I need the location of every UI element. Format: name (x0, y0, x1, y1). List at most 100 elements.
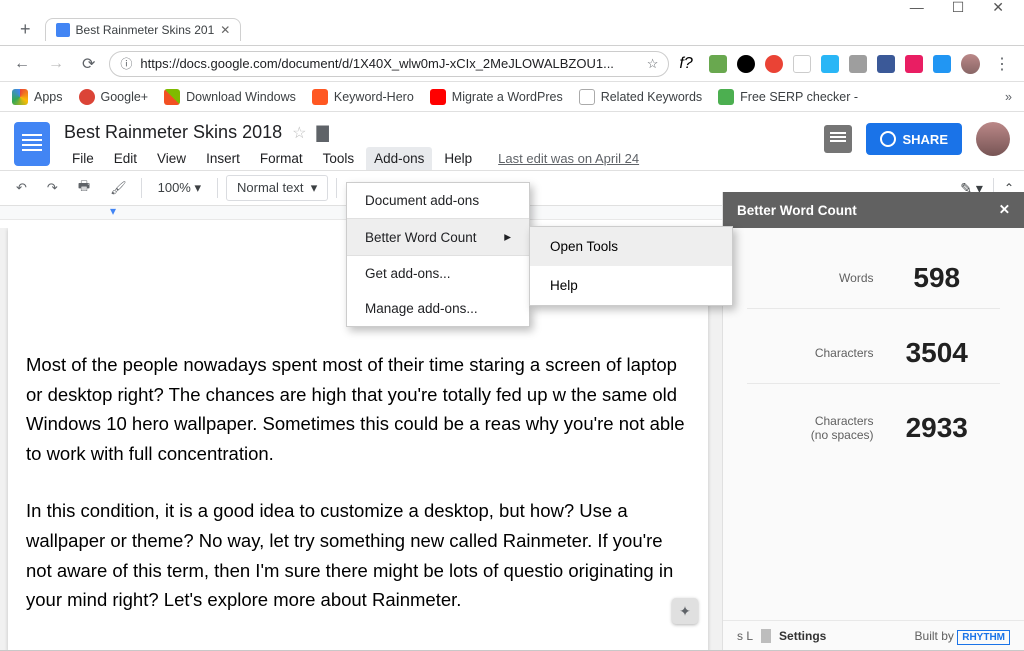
bookmark-star-icon[interactable]: ☆ (647, 56, 659, 72)
forward-button[interactable]: → (44, 51, 68, 77)
bookmarks-bar: Apps Google+ Download Windows Keyword-He… (0, 82, 1024, 112)
stat-value: 2933 (874, 412, 1001, 444)
browser-toolbar: ← → ⟳ ⓘ https://docs.google.com/document… (0, 46, 1024, 82)
stat-label: Characters (747, 346, 874, 360)
stat-value: 598 (874, 262, 1001, 294)
submenu-help[interactable]: Help (530, 266, 732, 305)
paint-format-button[interactable]: 🖌 (104, 176, 133, 200)
last-edit-link[interactable]: Last edit was on April 24 (498, 151, 639, 166)
sidebar-footer: s L Settings Built by RHYTHM (723, 620, 1024, 651)
new-tab-button[interactable]: + (12, 15, 39, 44)
ext-fb-icon[interactable] (877, 55, 895, 73)
rk-bookmark[interactable]: Related Keywords (579, 89, 702, 105)
address-bar[interactable]: ⓘ https://docs.google.com/document/d/1X4… (109, 51, 669, 77)
menu-addons[interactable]: Add-ons (366, 147, 432, 170)
ext-red-icon[interactable] (765, 55, 783, 73)
menu-item-document-addons[interactable]: Document add-ons (347, 183, 529, 218)
window-min-button[interactable]: — (910, 0, 924, 15)
explore-button[interactable]: ✦ (672, 598, 698, 624)
sidebar-title: Better Word Count (737, 203, 857, 218)
menu-tools[interactable]: Tools (315, 147, 363, 170)
browser-menu-button[interactable]: ⋮ (990, 54, 1014, 74)
menu-format[interactable]: Format (252, 147, 311, 170)
sl-indicator: s L (737, 629, 753, 643)
submenu-arrow-icon: ▸ (504, 229, 511, 245)
account-avatar-icon[interactable] (976, 122, 1010, 156)
zoom-select[interactable]: 100% ▾ (150, 176, 209, 200)
dlwin-bookmark[interactable]: Download Windows (164, 89, 296, 105)
reload-button[interactable]: ⟳ (78, 50, 99, 78)
migrate-bookmark[interactable]: Migrate a WordPres (430, 89, 563, 105)
menu-item-get-addons[interactable]: Get add-ons... (347, 256, 529, 291)
sidebar-close-button[interactable]: ✕ (999, 202, 1010, 218)
move-folder-icon[interactable]: ▇ (316, 123, 328, 143)
docs-favicon-icon (56, 23, 70, 37)
stat-words: Words 598 (747, 248, 1000, 309)
site-info-icon[interactable]: ⓘ (120, 55, 132, 72)
window-close-button[interactable]: ✕ (992, 0, 1004, 16)
builtby-label: Built by (915, 629, 954, 643)
window-controls: — ☐ ✕ (0, 0, 1024, 14)
menu-file[interactable]: File (64, 147, 102, 170)
print-button[interactable]: 🖶 (72, 173, 96, 203)
bm-label: Migrate a WordPres (452, 90, 563, 104)
paragraph[interactable]: Most of the people nowadays spent most o… (26, 350, 690, 468)
share-label: SHARE (902, 132, 948, 147)
ext-k-icon[interactable] (737, 55, 755, 73)
globe-icon (880, 131, 896, 147)
redo-button[interactable]: ↷ (41, 176, 64, 200)
share-button[interactable]: SHARE (866, 123, 962, 155)
bwc-submenu: Open Tools Help (529, 226, 733, 306)
ext-blue-icon[interactable] (821, 55, 839, 73)
tab-title: Best Rainmeter Skins 201 (76, 23, 215, 37)
kh-bookmark[interactable]: Keyword-Hero (312, 89, 414, 105)
comments-button[interactable] (824, 125, 852, 153)
profile-avatar-icon[interactable] (961, 54, 980, 74)
docs-menubar: File Edit View Insert Format Tools Add-o… (64, 147, 824, 170)
document-title[interactable]: Best Rainmeter Skins 2018 (64, 122, 282, 143)
bm-label: Google+ (101, 90, 149, 104)
addons-dropdown: Document add-ons Better Word Count ▸ Get… (346, 182, 530, 327)
paragraph-style-select[interactable]: Normal text ▾ (226, 175, 328, 201)
browser-tabstrip: + Best Rainmeter Skins 201 ✕ (0, 14, 1024, 46)
bwc-sidebar: Better Word Count ✕ Words 598 Characters… (722, 192, 1024, 651)
bookmarks-overflow-icon[interactable]: » (1005, 90, 1012, 104)
bm-label: Free SERP checker - (740, 90, 858, 104)
docs-header: Best Rainmeter Skins 2018 ☆ ▇ File Edit … (0, 112, 1024, 170)
apps-label: Apps (34, 90, 63, 104)
settings-link[interactable]: Settings (779, 629, 826, 643)
menu-view[interactable]: View (149, 147, 194, 170)
serp-bookmark[interactable]: Free SERP checker - (718, 89, 858, 105)
rhythm-link[interactable]: RHYTHM (957, 630, 1010, 645)
stat-value: 3504 (874, 337, 1001, 369)
toggle-icon[interactable] (761, 629, 771, 643)
docs-logo-icon[interactable] (14, 122, 50, 166)
gplus-bookmark[interactable]: Google+ (79, 89, 149, 105)
ext-95-icon[interactable] (793, 55, 811, 73)
menu-help[interactable]: Help (436, 147, 480, 170)
ext-f-icon[interactable] (905, 55, 923, 73)
font-ext-icon[interactable]: f? (679, 55, 692, 73)
window-max-button[interactable]: ☐ (952, 0, 965, 16)
apps-bookmark[interactable]: Apps (12, 89, 63, 105)
back-button[interactable]: ← (10, 51, 34, 77)
bm-label: Keyword-Hero (334, 90, 414, 104)
menu-insert[interactable]: Insert (198, 147, 248, 170)
menu-item-label: Better Word Count (365, 230, 477, 245)
menu-item-better-word-count[interactable]: Better Word Count ▸ (347, 219, 529, 255)
undo-button[interactable]: ↶ (10, 176, 33, 200)
ext-camera-icon[interactable] (849, 55, 867, 73)
submenu-open-tools[interactable]: Open Tools (530, 227, 732, 266)
star-document-icon[interactable]: ☆ (292, 123, 306, 143)
ext-beta-icon[interactable] (709, 55, 727, 73)
menu-edit[interactable]: Edit (106, 147, 145, 170)
menu-item-manage-addons[interactable]: Manage add-ons... (347, 291, 529, 326)
browser-tab[interactable]: Best Rainmeter Skins 201 ✕ (45, 18, 242, 41)
stat-characters: Characters 3504 (747, 323, 1000, 384)
tab-close-icon[interactable]: ✕ (220, 23, 230, 37)
url-text: https://docs.google.com/document/d/1X40X… (140, 56, 638, 71)
stat-label: Words (747, 271, 874, 285)
ext-cloud-icon[interactable] (933, 55, 951, 73)
stat-label: Characters(no spaces) (747, 414, 874, 443)
paragraph[interactable]: In this condition, it is a good idea to … (26, 496, 690, 614)
